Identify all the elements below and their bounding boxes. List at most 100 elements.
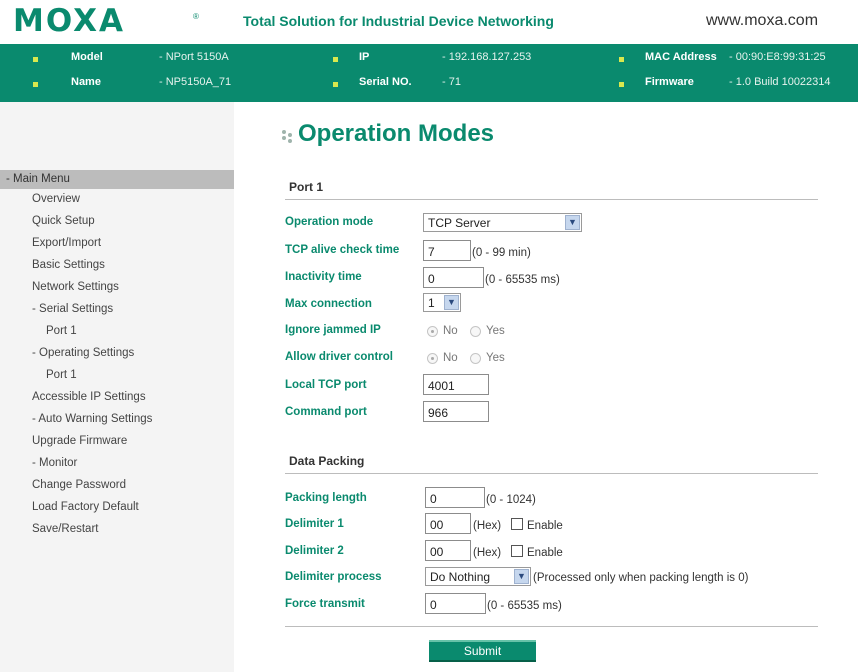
- delimiter-process-select[interactable]: Do Nothing ▼: [425, 567, 531, 586]
- info-serial: Serial NO. - 71: [300, 75, 580, 95]
- tagline: Total Solution for Industrial Device Net…: [243, 13, 554, 29]
- force-transmit-label: Force transmit: [285, 598, 365, 610]
- packing-length-label: Packing length: [285, 492, 367, 504]
- force-transmit-hint: (0 - 65535 ms): [487, 600, 562, 612]
- delimiter-2-hex: (Hex): [473, 547, 502, 559]
- local-tcp-port-label: Local TCP port: [285, 379, 367, 391]
- tcp-alive-label: TCP alive check time: [285, 244, 400, 256]
- info-model-label: Model: [71, 51, 103, 63]
- allow-driver-yes-label: Yes: [486, 352, 505, 364]
- sidebar-item-accessible-ip[interactable]: Accessible IP Settings: [32, 391, 146, 403]
- main-content: Operation Modes Port 1 Operation mode TC…: [234, 102, 858, 672]
- section-port-1: Port 1: [285, 180, 818, 200]
- sidebar-item-auto-warning[interactable]: - Auto Warning Settings: [32, 413, 152, 425]
- max-connection-value: 1: [428, 296, 435, 310]
- sidebar: - Main Menu Overview Quick Setup Export/…: [0, 102, 234, 672]
- ignore-jammed-yes-label: Yes: [486, 325, 505, 337]
- delimiter-2-enable-label: Enable: [527, 547, 563, 559]
- ignore-jammed-no-label: No: [443, 325, 458, 337]
- section-data-packing: Data Packing: [285, 454, 818, 474]
- info-ip: IP - 192.168.127.253: [300, 50, 580, 70]
- ignore-jammed-yes-radio[interactable]: [470, 326, 481, 337]
- info-firmware-label: Firmware: [645, 76, 694, 88]
- sidebar-item-network-settings[interactable]: Network Settings: [32, 281, 119, 293]
- packing-length-hint: (0 - 1024): [486, 494, 536, 506]
- delimiter-process-hint: (Processed only when packing length is 0…: [533, 572, 749, 584]
- info-mac-value: - 00:90:E8:99:31:25: [729, 51, 826, 63]
- delimiter-1-enable-label: Enable: [527, 520, 563, 532]
- command-port-label: Command port: [285, 406, 367, 418]
- delimiter-1-enable-checkbox[interactable]: [511, 518, 523, 530]
- delimiter-1-label: Delimiter 1: [285, 518, 344, 530]
- sidebar-item-overview[interactable]: Overview: [32, 193, 80, 205]
- max-connection-select[interactable]: 1 ▼: [423, 293, 461, 312]
- submit-button[interactable]: Submit: [429, 640, 536, 662]
- delimiter-1-input[interactable]: [425, 513, 471, 534]
- allow-driver-radio-group: No Yes: [427, 351, 547, 367]
- info-name: Name - NP5150A_71: [0, 75, 260, 95]
- sidebar-item-load-factory-default[interactable]: Load Factory Default: [32, 501, 139, 513]
- local-tcp-port-input[interactable]: [423, 374, 489, 395]
- delimiter-2-label: Delimiter 2: [285, 545, 344, 557]
- info-mac: MAC Address - 00:90:E8:99:31:25: [590, 50, 858, 70]
- moxa-logo: MOXA: [13, 3, 125, 39]
- tcp-alive-hint: (0 - 99 min): [472, 247, 531, 259]
- page-title: Operation Modes: [298, 120, 495, 147]
- sidebar-item-save-restart[interactable]: Save/Restart: [32, 523, 98, 535]
- sidebar-item-operating-port-1[interactable]: Port 1: [46, 369, 77, 381]
- bullet-icon: [333, 82, 338, 87]
- info-model-value: - NPort 5150A: [159, 51, 229, 63]
- sidebar-item-upgrade-firmware[interactable]: Upgrade Firmware: [32, 435, 127, 447]
- operation-mode-select[interactable]: TCP Server ▼: [423, 213, 582, 232]
- delimiter-process-value: Do Nothing: [430, 570, 491, 584]
- inactivity-hint: (0 - 65535 ms): [485, 274, 560, 286]
- delimiter-2-input[interactable]: [425, 540, 471, 561]
- packing-length-input[interactable]: [425, 487, 485, 508]
- title-dots-icon: [282, 130, 296, 144]
- registered-mark: ®: [193, 12, 199, 21]
- inactivity-label: Inactivity time: [285, 271, 362, 283]
- delimiter-2-enable-checkbox[interactable]: [511, 545, 523, 557]
- allow-driver-label: Allow driver control: [285, 351, 393, 363]
- chevron-down-icon: ▼: [514, 569, 529, 584]
- bullet-icon: [333, 57, 338, 62]
- info-name-label: Name: [71, 76, 101, 88]
- sidebar-item-basic-settings[interactable]: Basic Settings: [32, 259, 105, 271]
- sidebar-item-serial-settings[interactable]: - Serial Settings: [32, 303, 113, 315]
- info-serial-value: - 71: [442, 76, 461, 88]
- info-ip-value: - 192.168.127.253: [442, 51, 532, 63]
- sidebar-item-export-import[interactable]: Export/Import: [32, 237, 101, 249]
- bullet-icon: [33, 57, 38, 62]
- command-port-input[interactable]: [423, 401, 489, 422]
- info-mac-label: MAC Address: [645, 51, 717, 63]
- chevron-down-icon: ▼: [444, 295, 459, 310]
- delimiter-1-hex: (Hex): [473, 520, 502, 532]
- sidebar-item-change-password[interactable]: Change Password: [32, 479, 126, 491]
- info-name-value: - NP5150A_71: [159, 76, 232, 88]
- force-transmit-input[interactable]: [425, 593, 486, 614]
- allow-driver-yes-radio[interactable]: [470, 353, 481, 364]
- sidebar-item-monitor[interactable]: - Monitor: [32, 457, 77, 469]
- info-model: Model - NPort 5150A: [0, 50, 260, 70]
- allow-driver-no-radio[interactable]: [427, 353, 438, 364]
- info-firmware: Firmware - 1.0 Build 10022314: [590, 75, 858, 95]
- chevron-down-icon: ▼: [565, 215, 580, 230]
- website-link[interactable]: www.moxa.com: [706, 12, 818, 30]
- ignore-jammed-label: Ignore jammed IP: [285, 324, 381, 336]
- ignore-jammed-no-radio[interactable]: [427, 326, 438, 337]
- sidebar-item-serial-port-1[interactable]: Port 1: [46, 325, 77, 337]
- info-serial-label: Serial NO.: [359, 76, 412, 88]
- info-ip-label: IP: [359, 51, 370, 63]
- ignore-jammed-radio-group: No Yes: [427, 324, 547, 340]
- sidebar-item-operating-settings[interactable]: - Operating Settings: [32, 347, 134, 359]
- device-info-bar: Model - NPort 5150A Name - NP5150A_71 IP…: [0, 44, 858, 102]
- sidebar-item-quick-setup[interactable]: Quick Setup: [32, 215, 95, 227]
- main-menu-header[interactable]: - Main Menu: [0, 170, 234, 189]
- info-firmware-value: - 1.0 Build 10022314: [729, 76, 831, 88]
- inactivity-input[interactable]: [423, 267, 484, 288]
- page-header: MOXA ® Total Solution for Industrial Dev…: [0, 0, 858, 44]
- bullet-icon: [619, 57, 624, 62]
- allow-driver-no-label: No: [443, 352, 458, 364]
- tcp-alive-input[interactable]: [423, 240, 471, 261]
- bullet-icon: [619, 82, 624, 87]
